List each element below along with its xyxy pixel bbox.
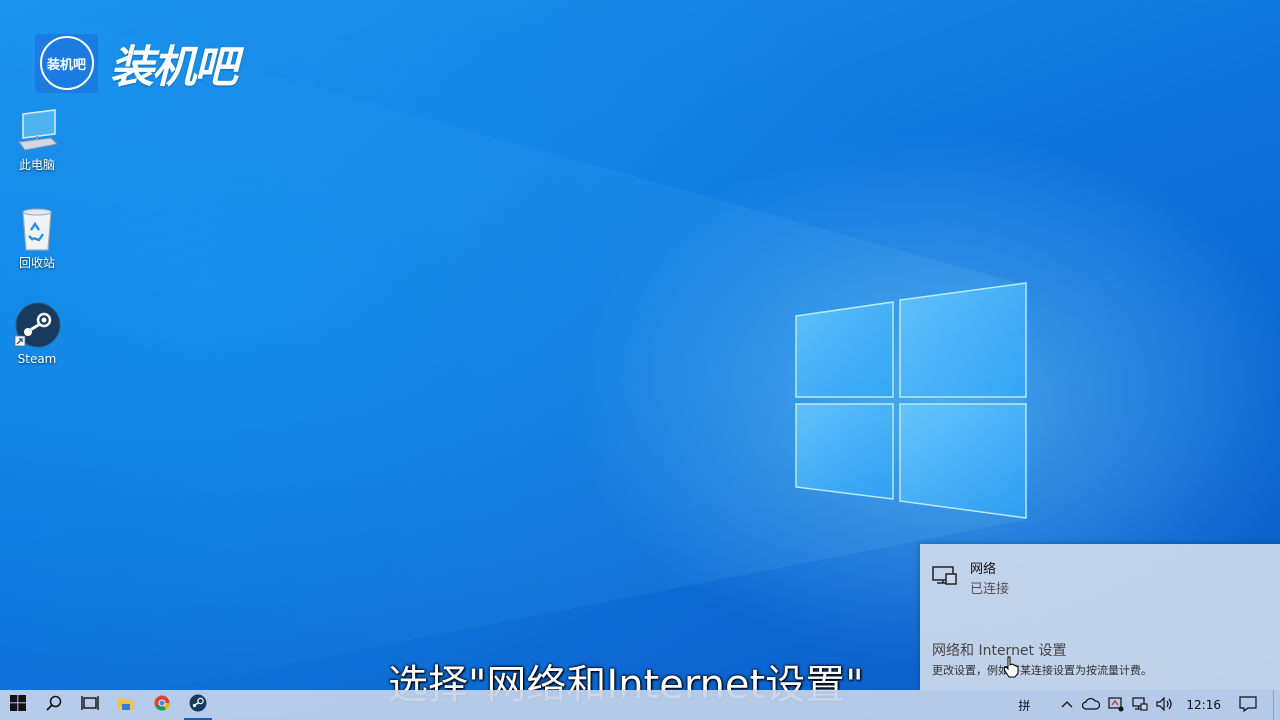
cloud-icon	[1082, 697, 1101, 713]
network-status: 已连接	[970, 582, 1010, 597]
taskbar-clock[interactable]: 12:16	[1178, 698, 1229, 712]
ime-indicator[interactable]: 拼	[1014, 690, 1034, 720]
network-connection-item[interactable]: 网络 已连接	[932, 562, 1009, 600]
hand-cursor-icon	[1003, 656, 1019, 682]
desktop-icon-label: Steam	[17, 352, 57, 366]
network-internet-settings-link[interactable]: 网络和 Internet 设置	[932, 640, 1067, 660]
search-button[interactable]	[36, 690, 72, 720]
tray-app-button[interactable]	[1104, 690, 1128, 720]
steam-icon	[189, 694, 207, 716]
recycle-bin-icon	[13, 206, 61, 254]
show-hidden-icons-button[interactable]	[1056, 690, 1078, 720]
speaker-icon	[1156, 696, 1174, 714]
desktop-icon-steam[interactable]: Steam	[8, 302, 66, 366]
steam-icon	[13, 302, 61, 350]
notification-icon	[1239, 695, 1257, 715]
computer-icon	[13, 108, 61, 156]
brand-badge: 装机吧	[35, 33, 98, 93]
steam-taskbar-button[interactable]	[180, 690, 216, 720]
desktop-icon-label: 回收站	[18, 256, 55, 270]
brand-badge-text: 装机吧	[39, 36, 94, 90]
desktop-icon-this-pc[interactable]: 此电脑	[8, 108, 66, 172]
file-explorer-icon	[117, 695, 135, 715]
chevron-up-icon	[1060, 698, 1074, 712]
desktop-icon-recycle-bin[interactable]: 回收站	[8, 206, 66, 270]
wired-network-icon	[932, 562, 958, 600]
network-name: 网络	[970, 562, 997, 577]
start-button[interactable]	[0, 690, 36, 720]
show-desktop-button[interactable]	[1273, 690, 1280, 720]
network-tray-button[interactable]	[1128, 690, 1152, 720]
desktop-icon-label: 此电脑	[18, 158, 55, 172]
brand-text: 装机吧	[110, 42, 238, 93]
search-icon	[46, 695, 62, 715]
brand-logo: 装机吧 装机吧	[35, 31, 238, 95]
task-view-icon	[81, 695, 99, 715]
wired-network-icon	[1132, 696, 1148, 715]
start-icon	[10, 695, 26, 715]
chrome-button[interactable]	[144, 690, 180, 720]
action-center-button[interactable]	[1229, 690, 1267, 720]
chrome-icon	[154, 695, 170, 715]
volume-button[interactable]	[1152, 690, 1178, 720]
onedrive-button[interactable]	[1078, 690, 1104, 720]
file-explorer-button[interactable]	[108, 690, 144, 720]
taskbar: 拼 12:16	[0, 690, 1280, 720]
task-view-button[interactable]	[72, 690, 108, 720]
tray-app-icon	[1108, 696, 1124, 715]
network-flyout: 网络 已连接 网络和 Internet 设置 更改设置，例如将某连接设置为按流量…	[920, 544, 1280, 690]
system-tray: 拼 12:16	[1014, 690, 1280, 720]
network-settings-description: 更改设置，例如将某连接设置为按流量计费。	[932, 664, 1152, 677]
